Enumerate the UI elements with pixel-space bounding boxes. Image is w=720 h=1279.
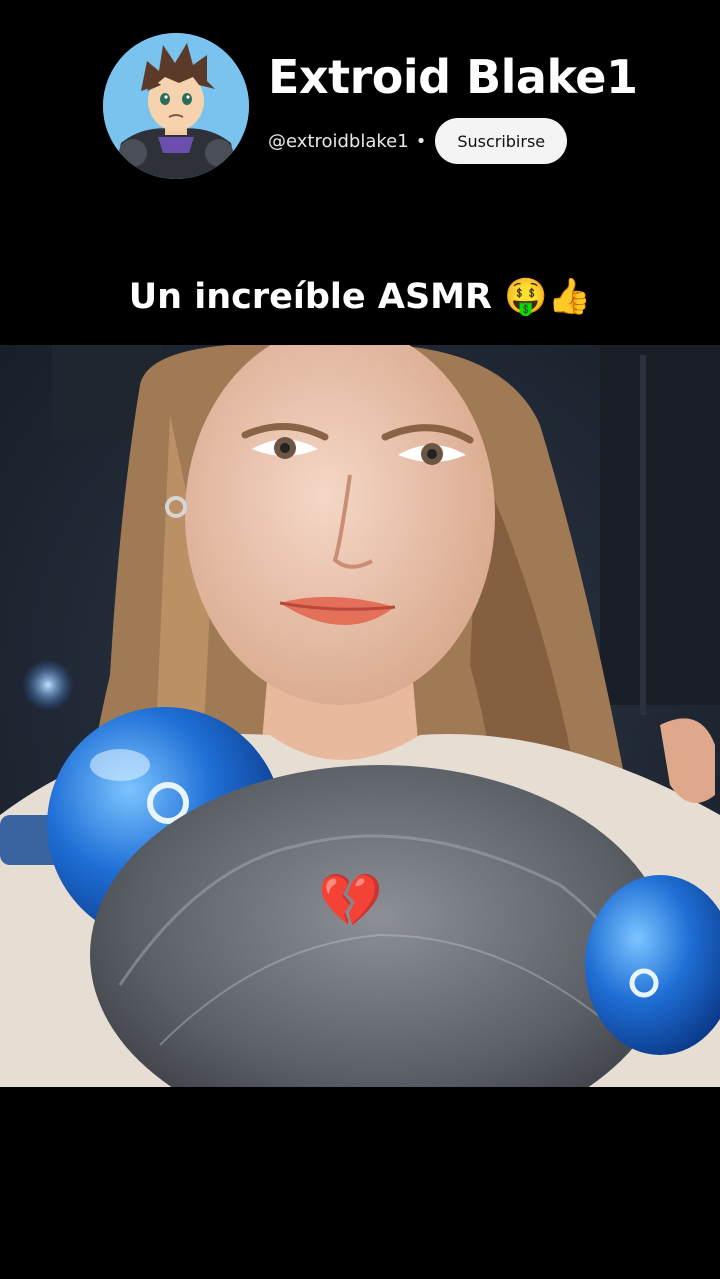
channel-header: Extroid Blake1 @extroidblake1 • Suscribi… [0,0,720,200]
video-caption: Un increíble ASMR 🤑👍 [128,277,592,317]
channel-handle[interactable]: @extroidblake1 [268,131,409,152]
video-frame-image [0,345,720,1087]
subscribe-button[interactable]: Suscribirse [435,118,568,164]
channel-meta-row: @extroidblake1 • Suscribirse [268,118,568,164]
broken-heart-emoji: 💔 [318,871,383,931]
separator-dot: • [415,130,427,152]
cartoon-avatar-icon [103,33,249,179]
video-player[interactable]: 💔 [0,345,720,1087]
channel-avatar[interactable] [103,33,249,179]
channel-name[interactable]: Extroid Blake1 [268,50,638,104]
